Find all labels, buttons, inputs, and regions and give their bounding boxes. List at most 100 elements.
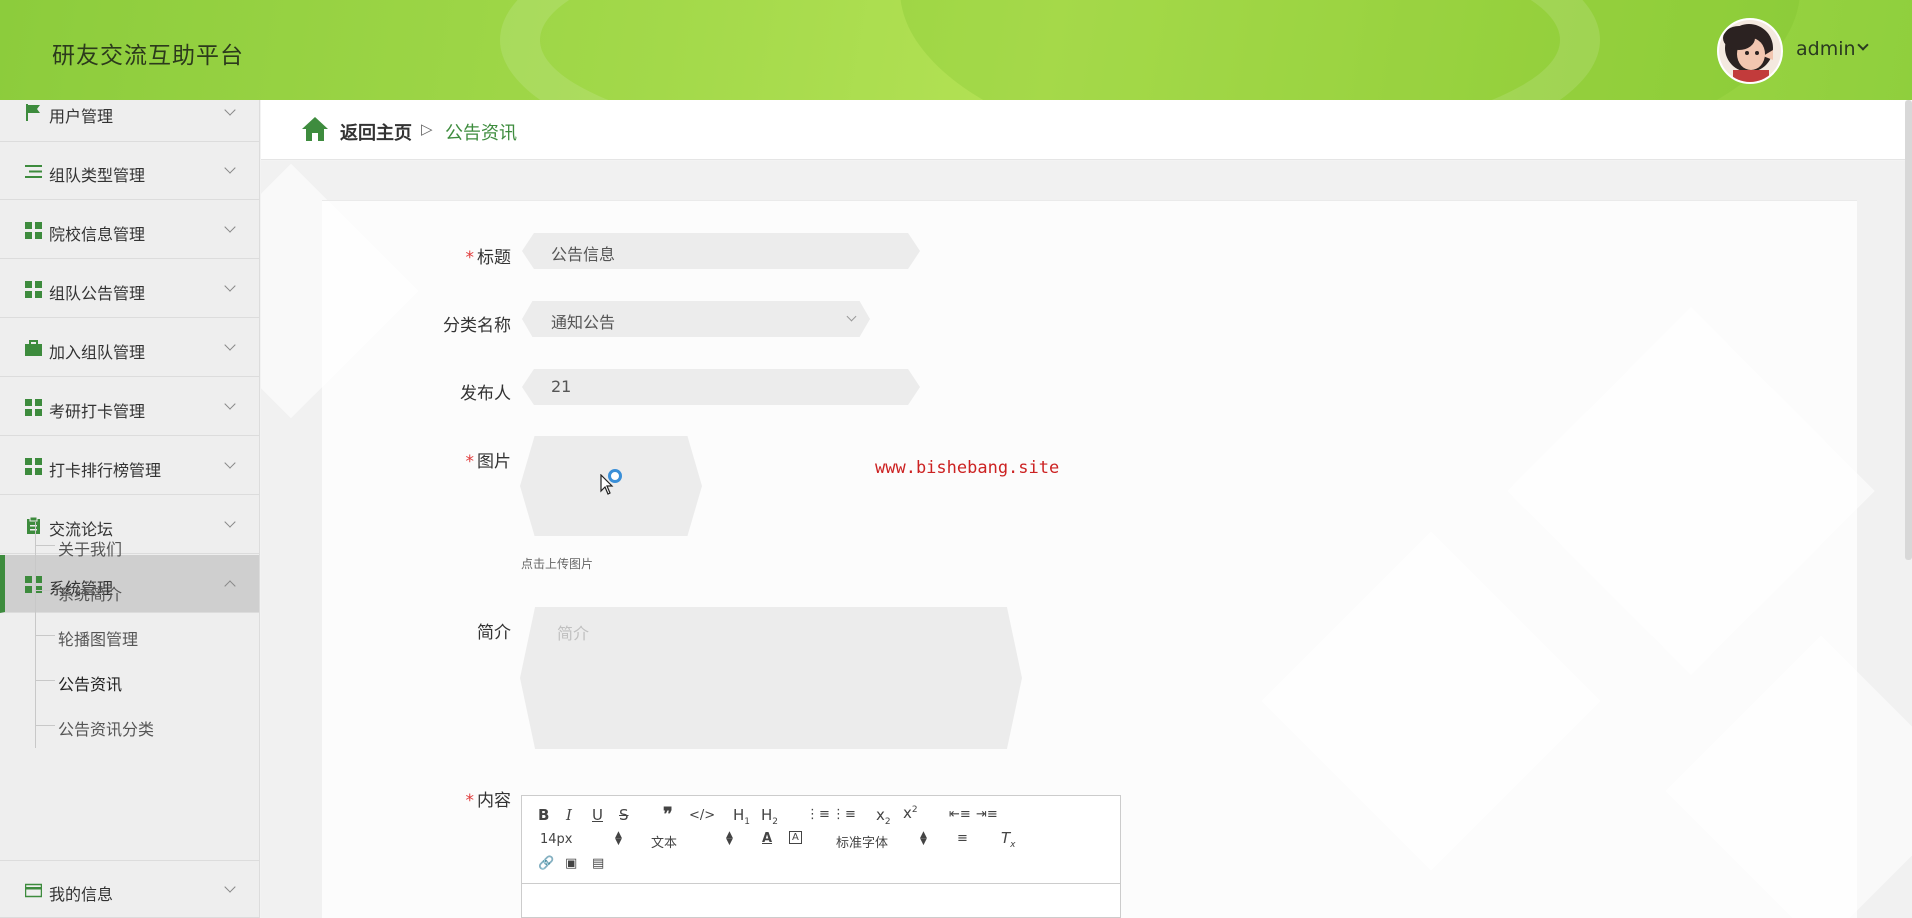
subscript-icon[interactable]: x2	[876, 806, 891, 827]
title-label-text: 标题	[477, 248, 511, 268]
chevron-down-icon	[224, 339, 236, 351]
sidebar-subitem-carousel[interactable]: 轮播图管理	[35, 620, 255, 650]
breadcrumb-home-link[interactable]: 返回主页	[340, 119, 412, 145]
editor-toolbar: B I U S ❞ </> H1 H2 ⋮≡ ⋮≡ x2 x2 ⇤≡ ⇥≡ 14…	[522, 796, 1120, 884]
list-icon	[25, 163, 42, 180]
sidebar-item-label: 考研打卡管理	[49, 402, 146, 421]
bullet-list-icon[interactable]: ⋮≡	[832, 807, 856, 822]
sidebar-item-team-types[interactable]: 组队类型管理	[0, 142, 259, 200]
sidebar-subitem-intro[interactable]: 系统简介	[35, 575, 255, 605]
tree-connector	[35, 635, 55, 636]
sidebar-item-users[interactable]: 用户管理	[0, 100, 259, 142]
bold-icon[interactable]: B	[538, 806, 549, 824]
sidebar-subitem-label: 系统简介	[58, 585, 123, 604]
upload-hint: 点击上传图片	[521, 557, 594, 571]
sidebar-subitem-label: 轮播图管理	[58, 630, 139, 649]
sidebar-item-team-notices[interactable]: 组队公告管理	[0, 260, 259, 318]
ordered-list-icon[interactable]: ⋮≡	[806, 807, 830, 822]
sidebar-item-label: 组队类型管理	[49, 166, 146, 185]
required-mark: *	[465, 791, 475, 811]
chevron-down-icon	[224, 280, 236, 292]
sidebar-subitem-label: 公告资讯分类	[58, 720, 155, 739]
category-value: 通知公告	[551, 313, 616, 332]
sidebar: 用户管理 组队类型管理 院校信息管理 组队公告管理 加入组队管理 考研打卡管理 …	[0, 100, 260, 918]
text-type-select[interactable]: 文本	[651, 832, 677, 851]
font-color-icon[interactable]: A	[762, 831, 772, 846]
sidebar-item-join-team[interactable]: 加入组队管理	[0, 319, 259, 377]
page-scrollbar[interactable]	[1905, 100, 1912, 560]
sidebar-subitem-news[interactable]: 公告资讯	[35, 665, 255, 695]
top-header	[0, 0, 1912, 100]
user-name[interactable]: admin	[1796, 38, 1856, 60]
clear-format-icon[interactable]: Tx	[1001, 829, 1016, 850]
sidebar-subitem-news-category[interactable]: 公告资讯分类	[35, 710, 255, 740]
briefcase-icon	[25, 340, 42, 357]
site-title: 研友交流互助平台	[52, 43, 244, 69]
tree-connector	[35, 545, 55, 546]
home-icon[interactable]	[301, 116, 329, 142]
publisher-input[interactable]	[522, 369, 920, 405]
superscript-icon[interactable]: x2	[903, 804, 918, 822]
content-label-text: 内容	[477, 791, 511, 811]
font-size-spinner-icon[interactable]: ▲ ▼	[615, 831, 622, 847]
breadcrumb-separator: ▷	[421, 120, 433, 138]
sidebar-item-ranking[interactable]: 打卡排行榜管理	[0, 437, 259, 495]
background-color-icon[interactable]: A	[789, 831, 802, 844]
chevron-down-icon	[224, 221, 236, 233]
tree-connector	[35, 725, 55, 726]
sidebar-item-label: 加入组队管理	[49, 343, 146, 362]
sidebar-item-my-info[interactable]: 我的信息	[0, 860, 259, 918]
image-icon[interactable]: ▣	[565, 856, 577, 871]
watermark: www.bishebang.site	[875, 458, 1060, 478]
category-label: 分类名称	[443, 316, 511, 336]
title-value: 公告信息	[551, 245, 616, 264]
required-mark: *	[465, 452, 475, 472]
cursor-icon	[600, 473, 614, 500]
card-icon	[24, 882, 43, 899]
tree-connector	[35, 680, 55, 681]
font-family-select[interactable]: 标准字体	[836, 832, 888, 851]
font-family-spinner-icon[interactable]: ▲ ▼	[920, 831, 927, 847]
strikethrough-icon[interactable]: S	[619, 806, 629, 824]
outdent-icon[interactable]: ⇤≡	[949, 807, 971, 822]
image-label: * 图片	[411, 447, 512, 472]
grid-icon	[25, 281, 42, 298]
sidebar-item-label: 打卡排行榜管理	[49, 461, 162, 480]
publisher-label: 发布人	[460, 384, 511, 404]
underline-icon[interactable]: U	[592, 806, 603, 824]
sidebar-item-schools[interactable]: 院校信息管理	[0, 201, 259, 259]
grid-icon	[25, 399, 42, 416]
code-icon[interactable]: </>	[689, 808, 715, 823]
intro-textarea[interactable]	[520, 607, 1022, 749]
rich-text-editor[interactable]: B I U S ❞ </> H1 H2 ⋮≡ ⋮≡ x2 x2 ⇤≡ ⇥≡ 14…	[521, 795, 1121, 918]
flag-icon	[25, 104, 42, 121]
chevron-down-icon	[224, 104, 236, 116]
header-decoration	[500, 0, 1600, 100]
font-size-select[interactable]: 14px	[540, 832, 573, 847]
heading2-icon[interactable]: H2	[761, 806, 778, 827]
sidebar-subitem-label: 关于我们	[58, 540, 123, 559]
text-type-spinner-icon[interactable]: ▲ ▼	[726, 831, 733, 847]
heading1-icon[interactable]: H1	[733, 806, 750, 827]
link-icon[interactable]: 🔗	[538, 856, 554, 871]
quote-icon[interactable]: ❞	[663, 804, 673, 825]
sidebar-subitem-about[interactable]: 关于我们	[35, 530, 255, 560]
tree-connector	[35, 590, 55, 591]
grid-icon	[25, 458, 42, 475]
publisher-value: 21	[551, 377, 572, 396]
italic-icon[interactable]: I	[566, 806, 572, 824]
align-icon[interactable]: ≡	[957, 831, 968, 846]
sidebar-item-label: 组队公告管理	[49, 284, 146, 303]
sidebar-item-label: 用户管理	[49, 107, 114, 126]
avatar[interactable]	[1717, 18, 1783, 84]
video-icon[interactable]: ▤	[592, 856, 604, 871]
chevron-down-icon	[224, 881, 236, 893]
indent-icon[interactable]: ⇥≡	[976, 807, 998, 822]
sidebar-item-label: 院校信息管理	[49, 225, 146, 244]
chevron-down-icon	[224, 457, 236, 469]
image-label-text: 图片	[477, 452, 511, 472]
sidebar-item-checkin[interactable]: 考研打卡管理	[0, 378, 259, 436]
grid-icon	[25, 222, 42, 239]
chevron-down-icon	[224, 516, 236, 528]
breadcrumb-current: 公告资讯	[445, 123, 517, 144]
